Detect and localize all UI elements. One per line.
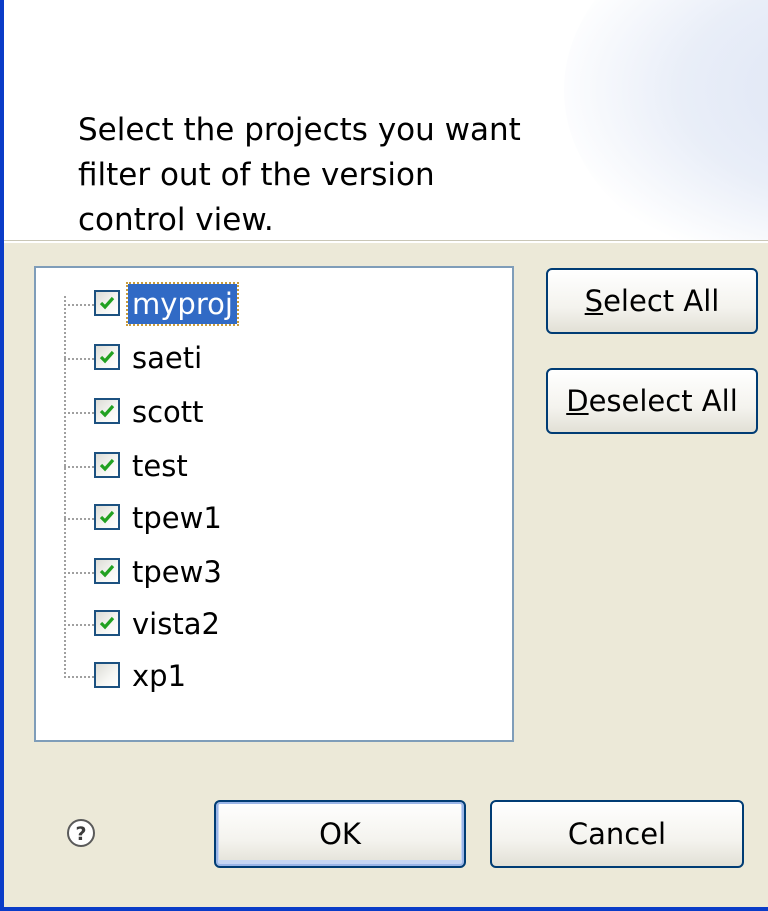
tree-item-tpew3[interactable]: tpew3 (64, 550, 504, 594)
ok-button[interactable]: OK (214, 800, 466, 868)
tree-item-label: saeti (132, 341, 203, 375)
tree-item-vista2[interactable]: vista2 (64, 602, 504, 646)
cancel-button[interactable]: Cancel (490, 800, 744, 868)
tree-item-label: myproj (126, 282, 239, 326)
select-all-button[interactable]: Select All (546, 268, 758, 334)
tree-item-myproj[interactable]: myproj (64, 282, 504, 326)
tree-connector (64, 466, 94, 468)
tree-item-label: tpew1 (132, 501, 222, 535)
checkbox-vista2[interactable] (94, 610, 120, 636)
help-icon[interactable]: ? (66, 818, 96, 848)
tree-item-label: scott (132, 395, 204, 429)
tree-connector (64, 412, 94, 414)
tree-connector (64, 572, 94, 574)
checkbox-test[interactable] (94, 452, 120, 478)
tree-item-tpew1[interactable]: tpew1 (64, 496, 504, 540)
checkbox-tpew1[interactable] (94, 504, 120, 530)
tree-connector (64, 676, 94, 678)
checkbox-saeti[interactable] (94, 344, 120, 370)
deselect-all-label: eselect All (588, 384, 738, 418)
checkmark-icon (99, 616, 115, 630)
checkmark-icon (99, 510, 115, 524)
project-tree[interactable]: myproj saeti scott test tpew1 tpew3 vist… (34, 266, 514, 742)
dialog-header-banner: Select the projects you want filter out … (4, 0, 768, 241)
checkbox-xp1[interactable] (94, 662, 120, 688)
checkmark-icon (99, 350, 115, 364)
checkbox-tpew3[interactable] (94, 558, 120, 584)
tree-item-label: tpew3 (132, 555, 222, 589)
checkmark-icon (99, 404, 115, 418)
tree-item-label: vista2 (132, 607, 220, 641)
banner-graphic (564, 0, 768, 240)
select-all-label: elect All (603, 284, 720, 318)
tree-item-xp1[interactable]: xp1 (64, 654, 504, 698)
select-all-mnemonic: S (584, 284, 604, 318)
checkbox-myproj[interactable] (94, 290, 120, 316)
deselect-all-mnemonic: D (566, 384, 589, 418)
tree-item-label: test (132, 449, 188, 483)
checkmark-icon (99, 296, 115, 310)
filter-projects-dialog: Select the projects you want filter out … (0, 0, 768, 911)
checkbox-scott[interactable] (94, 398, 120, 424)
tree-item-saeti[interactable]: saeti (64, 336, 504, 380)
checkmark-icon (99, 458, 115, 472)
tree-item-scott[interactable]: scott (64, 390, 504, 434)
checkmark-icon (99, 564, 115, 578)
tree-connector (64, 624, 94, 626)
tree-item-label: xp1 (132, 659, 187, 693)
header-message: Select the projects you want filter out … (78, 112, 521, 238)
tree-connector (64, 304, 94, 306)
header-divider (4, 241, 768, 243)
tree-item-test[interactable]: test (64, 444, 504, 488)
deselect-all-button[interactable]: Deselect All (546, 368, 758, 434)
svg-text:?: ? (75, 823, 86, 845)
tree-connector (64, 358, 94, 360)
tree-connector (64, 518, 94, 520)
